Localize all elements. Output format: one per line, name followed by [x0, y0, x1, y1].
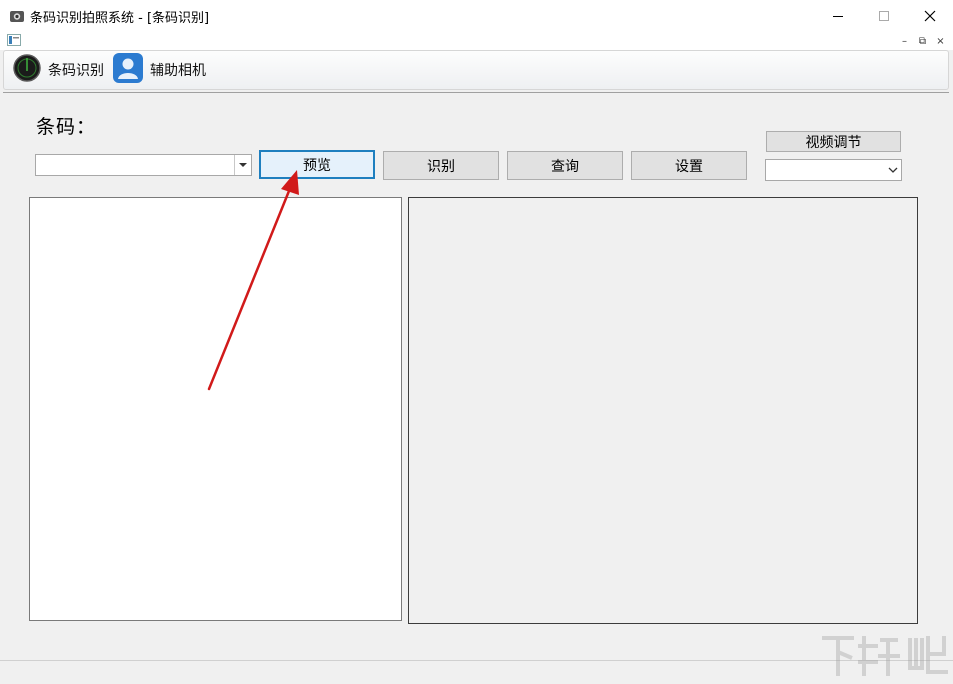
toolbar-item-label: 条码识别 [48, 63, 104, 79]
toolbar-item-auxiliary-camera[interactable]: 辅助相机 [112, 53, 206, 87]
barcode-combobox[interactable] [35, 154, 252, 176]
chevron-down-icon[interactable] [884, 160, 901, 180]
recognize-button[interactable]: 识别 [383, 151, 499, 180]
camera-preview-panel [408, 197, 918, 624]
minimize-button[interactable] [815, 0, 861, 32]
toolbar-item-label: 辅助相机 [150, 63, 206, 79]
mdi-minimize-button[interactable]: – [897, 34, 912, 48]
maximize-button[interactable] [861, 0, 907, 32]
chevron-down-icon[interactable] [234, 155, 251, 175]
mdi-close-button[interactable]: × [933, 34, 948, 48]
mdi-menu-strip [0, 32, 953, 50]
preview-button[interactable]: 预览 [259, 150, 375, 179]
user-camera-icon [112, 52, 144, 88]
site-watermark-logo [818, 628, 950, 680]
mdi-child-icon[interactable] [7, 34, 21, 46]
video-adjust-button[interactable]: 视频调节 [766, 131, 901, 152]
mdi-restore-button[interactable]: ⧉ [915, 34, 930, 48]
barcode-label: 条码： [36, 116, 97, 138]
status-bar [0, 660, 953, 684]
barcode-disc-icon [12, 53, 42, 87]
settings-button[interactable]: 设置 [631, 151, 747, 180]
query-button[interactable]: 查询 [507, 151, 623, 180]
barcode-results-list[interactable] [29, 197, 402, 621]
app-camera-icon [9, 8, 25, 24]
window-title: 条码识别拍照系统 - [条码识别] [30, 11, 210, 26]
close-button[interactable] [907, 0, 953, 32]
video-device-select[interactable] [765, 159, 902, 181]
toolbar-item-barcode-recognition[interactable]: 条码识别 [12, 53, 104, 87]
